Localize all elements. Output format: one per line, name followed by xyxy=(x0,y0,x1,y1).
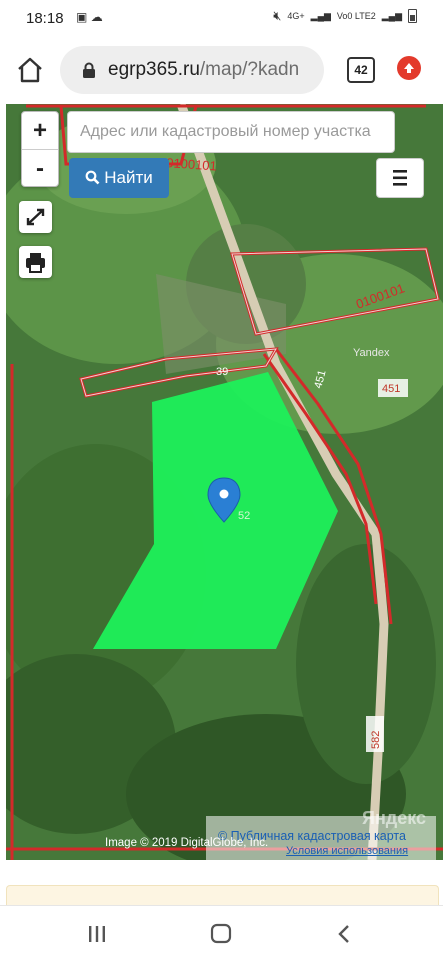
parcel-label-39: 39 xyxy=(216,366,228,378)
satellite-imagery: 0100101 0100101 39 451 451 52 Yandex 582 xyxy=(6,104,443,860)
weather-icon: ☁ xyxy=(90,10,103,24)
print-icon xyxy=(26,253,45,273)
expand-icon xyxy=(26,208,45,226)
parcel-label-451b: 451 xyxy=(382,383,400,395)
home-nav-icon[interactable] xyxy=(209,923,233,945)
signal-4g-label: 4G+ xyxy=(287,11,305,21)
signal-lte-label: Vo0 LTE2 xyxy=(336,11,376,21)
mute-icon: 🔇︎ xyxy=(273,8,282,23)
system-nav-bar xyxy=(0,905,443,961)
upload-arrow-icon xyxy=(404,63,414,73)
recent-apps-icon[interactable] xyxy=(86,923,108,945)
fullscreen-button[interactable] xyxy=(19,201,52,233)
notice-panel xyxy=(6,885,439,906)
find-button-label: Найти xyxy=(104,168,153,187)
lock-icon xyxy=(83,62,95,78)
url-text: egrp365.ru/map/?kadn xyxy=(108,59,318,81)
system-icons: 🔇︎ 4G+ ▂▄▆ Vo0 LTE2 ▂▄▆ xyxy=(273,8,417,24)
terms-link[interactable]: Условия использования xyxy=(286,845,408,857)
battery-icon xyxy=(408,9,417,23)
image-icon: ▣ xyxy=(76,10,88,24)
back-icon[interactable] xyxy=(334,923,354,945)
zoom-out-button[interactable]: - xyxy=(22,150,58,187)
find-button[interactable]: Найти xyxy=(69,158,169,198)
yandex-provider-label: Yandex xyxy=(353,347,390,359)
hamburger-icon xyxy=(393,170,407,186)
parcel-label-582: 582 xyxy=(370,731,382,749)
home-icon[interactable] xyxy=(14,54,46,86)
clock: 18:18 xyxy=(26,10,64,27)
zoom-control: + - xyxy=(21,111,59,187)
url-path: /map/?kadn xyxy=(199,59,300,80)
status-bar: 18:18 ▣ ☁ 🔇︎ 4G+ ▂▄▆ Vo0 LTE2 ▂▄▆ xyxy=(0,0,443,36)
signal-icon: ▂▄▆ xyxy=(310,10,331,21)
address-bar[interactable]: egrp365.ru/map/?kadn xyxy=(60,46,324,94)
cadastral-search-input[interactable] xyxy=(67,111,395,153)
search-icon xyxy=(85,170,100,185)
signal-icon: ▂▄▆ xyxy=(381,10,402,21)
imagery-attribution: Image © 2019 DigitalGlobe, Inc. xyxy=(105,837,269,849)
map-view[interactable]: 0100101 0100101 39 451 451 52 Yandex 582… xyxy=(6,104,443,860)
browser-toolbar: egrp365.ru/map/?kadn 42 xyxy=(0,36,443,104)
tab-switcher-button[interactable]: 42 xyxy=(347,57,375,83)
menu-button[interactable] xyxy=(376,158,424,198)
print-button[interactable] xyxy=(19,246,52,278)
extension-button[interactable] xyxy=(397,56,421,80)
zoom-in-button[interactable]: + xyxy=(22,112,58,150)
url-domain: egrp365.ru xyxy=(108,59,200,80)
parcel-label-52: 52 xyxy=(238,510,250,522)
notification-icons: ▣ ☁ xyxy=(76,10,103,24)
